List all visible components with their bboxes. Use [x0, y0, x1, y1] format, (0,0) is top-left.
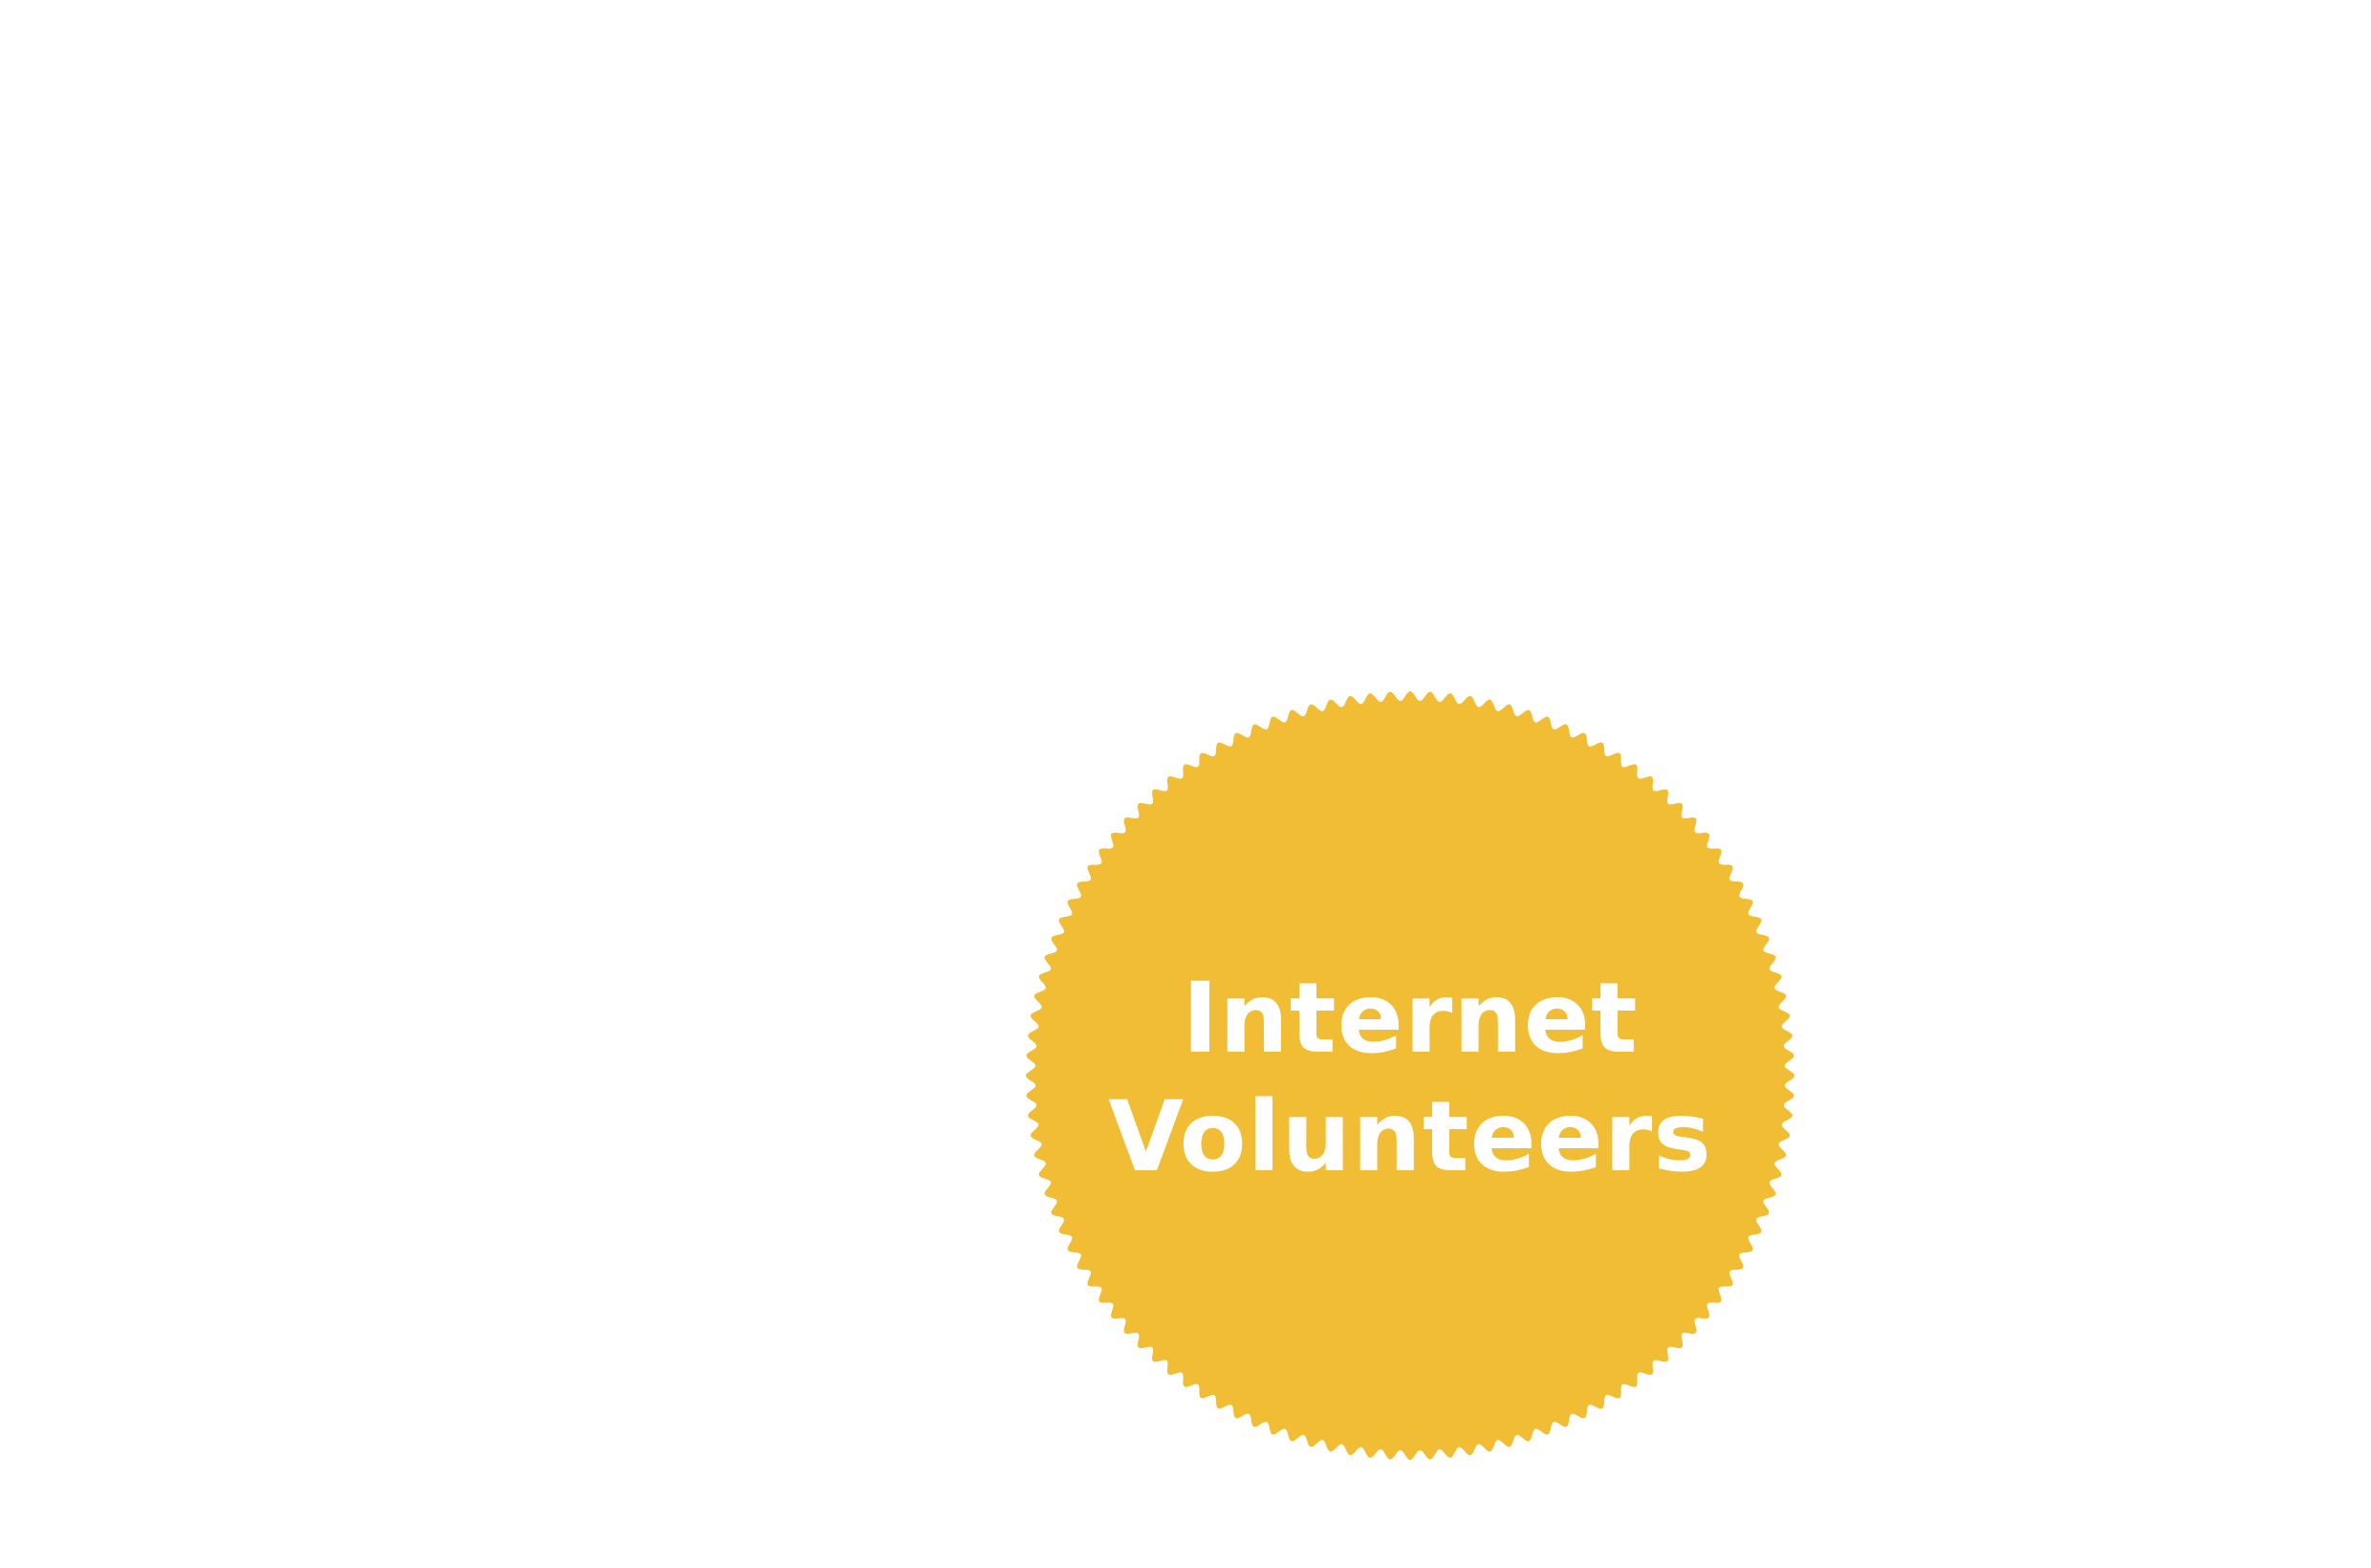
badge-line-internet: Internet — [1182, 961, 1639, 1076]
internet-volunteers-badge: Internet Volunteers — [1023, 688, 1797, 1463]
page-canvas: Internet Volunteers — [0, 0, 2371, 1568]
badge-line-volunteers: Volunteers — [1108, 1080, 1712, 1194]
badge-label: Internet Volunteers — [1023, 688, 1797, 1463]
